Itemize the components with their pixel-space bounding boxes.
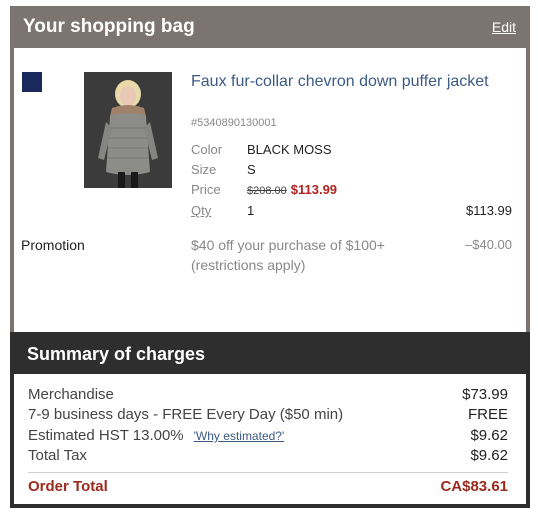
hst-label-group: Estimated HST 13.00% 'Why estimated?' <box>28 427 284 444</box>
total-tax-label: Total Tax <box>28 447 87 464</box>
hst-label: Estimated HST 13.00% <box>28 427 184 444</box>
shipping-value: FREE <box>467 406 508 423</box>
merchandise-row: Merchandise $73.99 <box>28 386 508 406</box>
color-label: Color <box>191 142 223 157</box>
product-name-link[interactable]: Faux fur-collar chevron down puffer jack… <box>191 72 501 92</box>
total-tax-row: Total Tax $9.62 <box>28 447 508 467</box>
total-divider <box>28 472 508 473</box>
bag-item-area: Faux fur-collar chevron down puffer jack… <box>14 48 526 334</box>
product-sku: #5340890130001 <box>191 117 277 129</box>
merchandise-value: $73.99 <box>462 386 508 403</box>
hst-value: $9.62 <box>470 427 508 444</box>
gap-logo-icon <box>22 72 42 92</box>
sale-price: $113.99 <box>290 182 338 197</box>
size-value: S <box>247 162 256 177</box>
promotion-label: Promotion <box>21 237 85 253</box>
hst-row: Estimated HST 13.00% 'Why estimated?' $9.… <box>28 427 508 447</box>
summary-title: Summary of charges <box>27 344 206 364</box>
order-total-value: CA$83.61 <box>440 478 508 495</box>
product-image[interactable] <box>84 72 172 188</box>
qty-label-link[interactable]: Qty <box>191 203 211 218</box>
order-total-label: Order Total <box>28 478 108 495</box>
merchandise-label: Merchandise <box>28 386 114 403</box>
price-value: $208.00 $113.99 <box>247 182 337 197</box>
shopping-bag-header: Your shopping bag Edit <box>10 6 530 48</box>
line-total: $113.99 <box>465 203 512 218</box>
summary-of-charges-panel: Summary of charges Merchandise $73.99 7-… <box>10 332 530 508</box>
promotion-amount: –$40.00 <box>465 237 512 252</box>
price-label: Price <box>191 182 221 197</box>
shipping-row: 7-9 business days - FREE Every Day ($50 … <box>28 406 508 426</box>
edit-link[interactable]: Edit <box>492 19 516 35</box>
shipping-label: 7-9 business days - FREE Every Day ($50 … <box>28 406 344 423</box>
color-value: BLACK MOSS <box>247 142 332 157</box>
size-label: Size <box>191 162 217 177</box>
qty-value: 1 <box>247 203 255 218</box>
original-price: $208.00 <box>247 185 287 197</box>
why-estimated-link[interactable]: 'Why estimated?' <box>194 429 285 443</box>
shopping-bag-title: Your shopping bag <box>23 16 195 37</box>
shopping-bag-panel: Your shopping bag Edit Faux fur-collar c… <box>10 6 530 336</box>
promotion-description: $40 off your purchase of $100+ (restrict… <box>191 237 385 273</box>
puffer-jacket-photo <box>84 72 172 188</box>
total-tax-value: $9.62 <box>470 447 508 464</box>
summary-body: Merchandise $73.99 7-9 business days - F… <box>14 374 526 504</box>
